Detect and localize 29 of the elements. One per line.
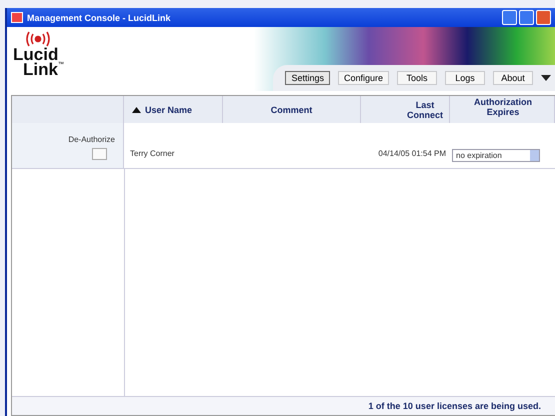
column-header-label: Comment — [270, 104, 312, 114]
signal-icon — [23, 31, 53, 47]
column-header[interactable]: Comment — [223, 96, 361, 123]
column-header[interactable]: Authorization Expires — [450, 96, 555, 123]
column-header-label: Last Connect — [406, 100, 444, 120]
checkbox[interactable] — [92, 148, 107, 160]
close-button[interactable] — [536, 10, 551, 25]
toolbar-button[interactable]: About — [493, 71, 533, 85]
dropdown-arrow-icon[interactable] — [541, 75, 551, 81]
column-header-label: User Name — [145, 104, 192, 114]
maximize-button[interactable] — [519, 10, 534, 25]
toolbar-button[interactable]: Tools — [397, 71, 437, 85]
column-header[interactable]: User Name — [124, 96, 223, 123]
table-cell-text: 04/14/05 01:54 PM — [377, 148, 447, 160]
toolbar-button[interactable]: Logs — [445, 71, 485, 85]
column-header[interactable]: Last Connect — [361, 96, 450, 123]
minimize-button[interactable] — [502, 10, 517, 25]
logo-text: Lucid — [13, 47, 58, 62]
toolbar-button[interactable]: Configure — [338, 71, 389, 85]
table-cell-text: Terry Corner — [129, 148, 176, 160]
expiration-dropdown[interactable]: no expiration — [452, 149, 540, 162]
status-text: 1 of the 10 user licenses are being used. — [368, 401, 541, 411]
logo-text: Link — [23, 62, 58, 77]
action-label: De-Authorize — [68, 135, 115, 144]
sort-ascending-icon — [132, 106, 141, 112]
window-title: Management Console - LucidLink — [27, 12, 172, 22]
column-header-label: Authorization Expires — [473, 96, 533, 116]
toolbar-button[interactable]: Settings — [285, 71, 330, 85]
app-icon — [11, 12, 23, 23]
